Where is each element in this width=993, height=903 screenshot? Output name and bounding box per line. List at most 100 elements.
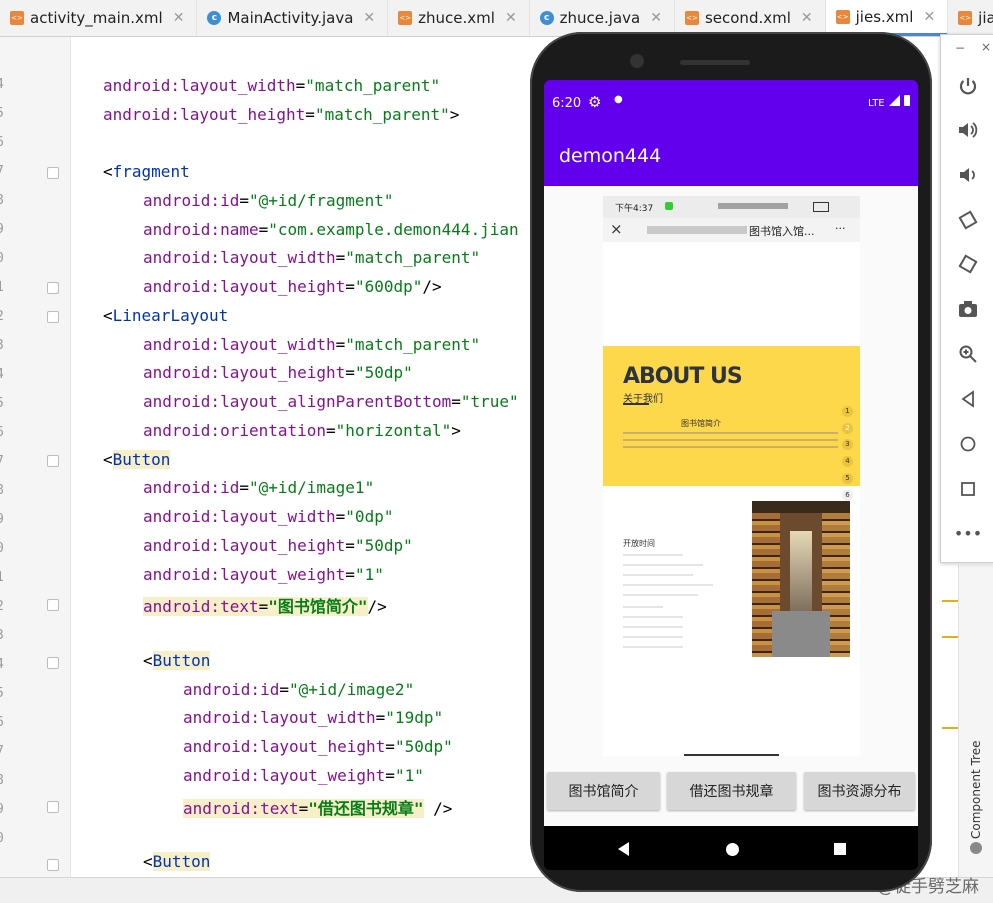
- text-line: [623, 594, 698, 596]
- borrow-rules-button[interactable]: 借还图书规章: [667, 772, 796, 810]
- signal-icon: [889, 95, 900, 106]
- line-number: 4: [0, 367, 4, 382]
- marker: [942, 600, 958, 602]
- page-dot: 2: [842, 423, 853, 434]
- nav-back-icon[interactable]: [618, 842, 629, 856]
- rotate-left-icon[interactable]: [957, 209, 979, 231]
- text-line: [623, 616, 683, 618]
- close-icon[interactable]: ×: [981, 40, 991, 54]
- line-number: 5: [0, 396, 4, 411]
- code-line: android:layout_height="match_parent">: [103, 105, 460, 124]
- fragment-image: 下午4:37 × 图书馆入馆... ··· ABOUT US 关于我们 图书馆简…: [603, 196, 860, 756]
- inner-time: 下午4:37: [615, 204, 654, 214]
- android-nav-bar: [544, 826, 918, 870]
- inner-status-icons: [718, 203, 788, 209]
- xml-file-icon: <>: [958, 11, 973, 25]
- library-intro-button[interactable]: 图书馆简介: [547, 772, 660, 810]
- about-us-banner: ABOUT US 关于我们 图书馆简介: [603, 346, 860, 486]
- tab-label: jies.xml: [855, 7, 914, 26]
- android-status-bar: 6:20 ⚙ ● LTE: [544, 80, 918, 128]
- line-number: 4: [0, 657, 4, 672]
- component-tree-tab[interactable]: Component Tree: [960, 735, 992, 845]
- camera-icon[interactable]: [957, 298, 979, 320]
- battery-icon: [904, 95, 910, 106]
- emulator-device-frame: 6:20 ⚙ ● LTE demon444 下午4:37 × 图书馆入馆... …: [530, 32, 932, 892]
- blurred-text: [647, 226, 747, 234]
- volume-down-icon[interactable]: [957, 164, 979, 186]
- tab-jies-xml[interactable]: <> jies.xml ✕: [825, 0, 949, 36]
- tab-jianjie-xml[interactable]: <> jianjie.xml: [948, 0, 993, 36]
- volume-up-icon[interactable]: [957, 119, 979, 141]
- more-icon[interactable]: •••: [954, 522, 982, 544]
- line-number: 4: [0, 77, 4, 92]
- xml-file-icon: <>: [10, 11, 24, 25]
- code-line: android:orientation="horizontal">: [143, 421, 461, 440]
- more-icon: ···: [835, 222, 846, 235]
- status-time: 6:20: [552, 96, 582, 111]
- emulator-screen[interactable]: 6:20 ⚙ ● LTE demon444 下午4:37 × 图书馆入馆... …: [544, 80, 918, 870]
- rotate-right-icon[interactable]: [957, 253, 979, 275]
- tab-second-xml[interactable]: <> second.xml ✕: [675, 0, 826, 36]
- text-line: [623, 554, 683, 556]
- fold-marker[interactable]: [47, 311, 59, 323]
- fold-marker[interactable]: [47, 599, 59, 611]
- line-number: 2: [0, 309, 4, 324]
- minimize-icon[interactable]: −: [955, 41, 965, 55]
- close-icon[interactable]: ✕: [505, 10, 517, 26]
- nav-home-icon[interactable]: [726, 843, 739, 856]
- tab-zhuce-java[interactable]: c zhuce.java ✕: [530, 0, 675, 36]
- close-icon[interactable]: ✕: [363, 10, 375, 26]
- page-dot: 5: [842, 473, 853, 484]
- line-number: 7: [0, 744, 4, 759]
- line-number: 1: [0, 570, 4, 585]
- code-line: android:layout_height="50dp": [143, 363, 413, 382]
- text-line: [623, 446, 838, 448]
- code-line: android:layout_height="50dp": [143, 536, 413, 555]
- close-icon[interactable]: ✕: [650, 10, 662, 26]
- code-line: android:layout_width="0dp": [143, 507, 394, 526]
- nav-overview-icon[interactable]: [834, 843, 846, 855]
- app-title: demon444: [559, 145, 662, 167]
- tab-label: MainActivity.java: [227, 9, 354, 27]
- line-number: 8: [0, 483, 4, 498]
- close-icon[interactable]: ✕: [173, 10, 185, 26]
- text-line: [623, 574, 693, 576]
- code-line: android:layout_width="match_parent": [143, 248, 481, 267]
- page-dot: 1: [842, 406, 853, 417]
- fold-marker[interactable]: [47, 282, 59, 294]
- power-icon[interactable]: [957, 75, 979, 97]
- code-line: android:layout_height="50dp": [183, 737, 453, 756]
- tab-label: jianjie.xml: [978, 9, 993, 27]
- text-line: [623, 606, 663, 608]
- back-icon[interactable]: [957, 388, 979, 410]
- about-title: ABOUT US: [623, 364, 743, 389]
- tab-activity-main[interactable]: <> activity_main.xml ✕: [0, 0, 198, 36]
- tab-mainactivity[interactable]: c MainActivity.java ✕: [197, 0, 389, 36]
- tab-zhuce-xml[interactable]: <> zhuce.xml ✕: [388, 0, 530, 36]
- fold-marker[interactable]: [47, 657, 59, 669]
- notification-dot-icon: ●: [614, 94, 623, 105]
- code-line: android:id="@+id/image2": [183, 680, 415, 699]
- fold-marker[interactable]: [47, 801, 59, 813]
- code-line: <fragment: [103, 162, 190, 181]
- fold-marker[interactable]: [47, 167, 59, 179]
- code-line: android:layout_width="match_parent": [103, 76, 441, 95]
- line-number: 7: [0, 454, 4, 469]
- code-line: android:layout_width="19dp": [183, 708, 444, 727]
- close-icon[interactable]: ✕: [801, 10, 813, 26]
- zoom-icon[interactable]: [957, 343, 979, 365]
- close-icon[interactable]: ✕: [923, 9, 935, 25]
- home-icon[interactable]: [957, 433, 979, 455]
- overview-icon[interactable]: [957, 478, 979, 500]
- code-line: android:layout_weight="1": [183, 766, 424, 785]
- code-line: android:layout_width="match_parent": [143, 335, 481, 354]
- line-number: 6: [0, 425, 4, 440]
- resource-distribution-button[interactable]: 图书资源分布: [804, 772, 915, 810]
- line-number: 9: [0, 222, 4, 237]
- line-number: 3: [0, 628, 4, 643]
- fold-marker[interactable]: [47, 455, 59, 467]
- inner-battery-icon: [813, 202, 829, 212]
- open-hours-title: 开放时间: [623, 539, 655, 548]
- fold-marker[interactable]: [47, 859, 59, 871]
- front-camera: [630, 54, 644, 68]
